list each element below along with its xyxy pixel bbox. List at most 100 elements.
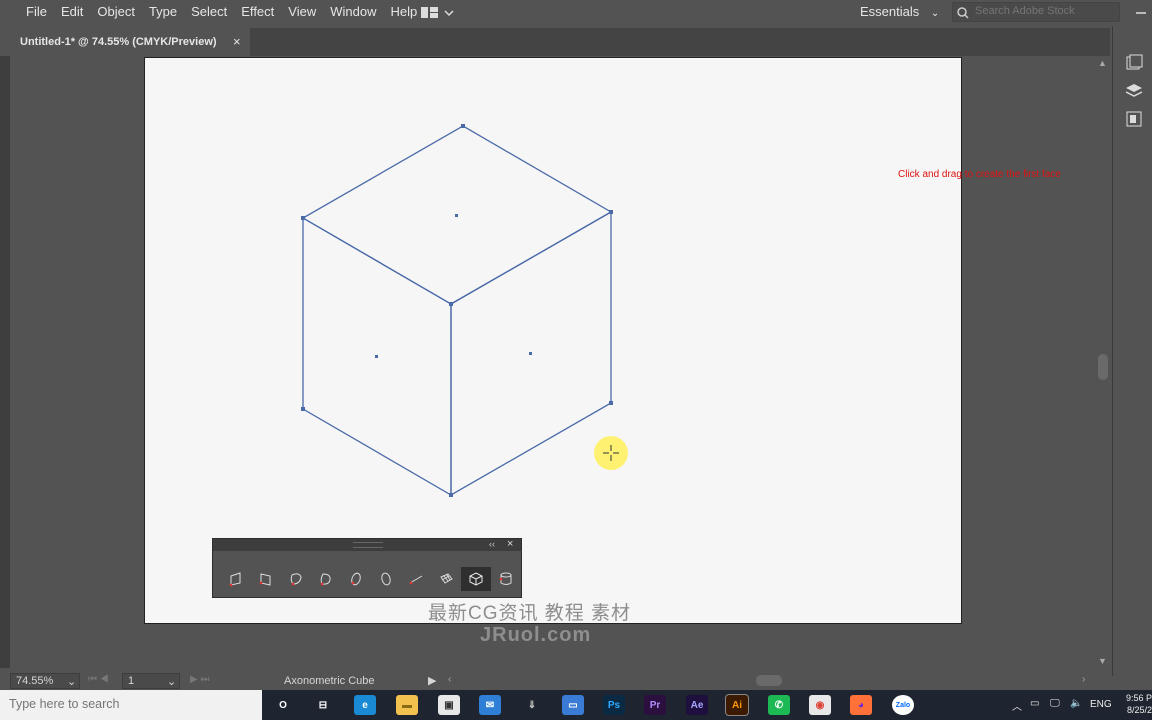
face-tool-2-icon[interactable]	[251, 567, 281, 591]
menu-effect[interactable]: Effect	[241, 4, 274, 19]
zalo-icon[interactable]: Zalo	[892, 695, 914, 715]
status-menu-arrow-icon[interactable]: ▶	[428, 674, 436, 687]
task-view-icon[interactable]: ⊟	[312, 695, 334, 715]
menu-file[interactable]: File	[26, 4, 47, 19]
scroll-left-icon[interactable]: ‹	[448, 674, 451, 685]
zoom-select[interactable]: 74.55% ⌄	[10, 673, 80, 689]
panel-title-bar[interactable]: ‹‹ ×	[213, 538, 521, 551]
axonometric-cube-icon[interactable]	[461, 567, 491, 591]
file-explorer-icon[interactable]: ▬	[396, 695, 418, 715]
horizontal-scrollbar[interactable]: ‹ ›	[446, 674, 1092, 688]
anchor-point[interactable]	[609, 401, 613, 405]
cube-tool-row	[221, 567, 521, 591]
close-icon[interactable]: ×	[507, 538, 513, 550]
circle-tool-2-icon[interactable]	[371, 567, 401, 591]
photoshop-icon[interactable]: Ps	[603, 695, 625, 715]
panel-dock	[1112, 26, 1152, 676]
menu-type[interactable]: Type	[149, 4, 177, 19]
workspace-label: Essentials	[860, 4, 920, 19]
stock-search-box[interactable]	[952, 2, 1120, 22]
vertical-scrollbar[interactable]: ▲ ▼	[1096, 56, 1110, 670]
center-point	[455, 214, 458, 217]
photos-icon[interactable]: ▭	[562, 695, 584, 715]
clock-time: 9:56 P	[1125, 693, 1152, 703]
anchor-point[interactable]	[449, 302, 453, 306]
minimize-icon[interactable]	[1130, 4, 1152, 22]
layers-icon[interactable]	[1123, 80, 1145, 102]
face-tool-4-icon[interactable]	[311, 567, 341, 591]
menu-object[interactable]: Object	[97, 4, 135, 19]
menu-edit[interactable]: Edit	[61, 4, 83, 19]
face-tool-1-icon[interactable]	[221, 567, 251, 591]
axonometric-cube[interactable]	[301, 125, 613, 497]
circle-tool-1-icon[interactable]	[341, 567, 371, 591]
main-menu: File Edit Object Type Select Effect View…	[0, 4, 431, 19]
close-icon[interactable]: ×	[233, 34, 241, 49]
cylinder-tool-icon[interactable]	[491, 567, 521, 591]
after-effects-icon[interactable]: Ae	[686, 695, 708, 715]
current-tool-name: Axonometric Cube	[284, 675, 375, 687]
zoom-value: 74.55%	[16, 675, 54, 687]
hint-text: Click and drag to create the first face	[898, 169, 1061, 180]
artboard-number-select[interactable]: 1 ⌄	[122, 673, 180, 689]
clock[interactable]: 9:56 P 8/25/2	[1120, 692, 1152, 716]
line-tool-icon[interactable]	[401, 567, 431, 591]
illustrator-icon[interactable]: Ai	[725, 694, 749, 716]
scroll-up-icon[interactable]: ▲	[1098, 58, 1107, 68]
scroll-down-icon[interactable]: ▼	[1098, 656, 1107, 666]
anchor-point[interactable]	[461, 124, 465, 128]
windows-taskbar: O ⊟ e ▬ ▣ ✉ ▭ ⇓ Ps Pr Ae Ai ✆ ◉ ◕ Zalo ︿ ▭ 🖵 🔈 ENG 9:56…	[0, 690, 1152, 720]
cortana-icon[interactable]: O	[272, 695, 294, 715]
document-tab[interactable]: Untitled-1* @ 74.55% (CMYK/Preview) ×	[10, 28, 250, 56]
edge-icon[interactable]: e	[354, 695, 376, 715]
phone-app-icon[interactable]: ✆	[768, 695, 790, 715]
scroll-thumb[interactable]	[756, 675, 782, 686]
libraries-icon[interactable]	[1123, 52, 1145, 74]
premiere-icon[interactable]: Pr	[644, 695, 666, 715]
menu-select[interactable]: Select	[191, 4, 227, 19]
artboards-icon[interactable]	[1123, 108, 1145, 130]
toolbar-strip	[0, 56, 10, 668]
mail-icon[interactable]: ✉	[479, 695, 501, 715]
menu-view[interactable]: View	[288, 4, 316, 19]
search-input[interactable]	[975, 5, 1115, 17]
volume-icon[interactable]: 🔈	[1070, 698, 1082, 709]
axonometric-tools-panel: ‹‹ ×	[212, 538, 522, 598]
network-icon[interactable]: ▭	[1030, 698, 1039, 709]
firefox-icon[interactable]: ◕	[850, 695, 872, 715]
document-tab-title: Untitled-1* @ 74.55% (CMYK/Preview)	[20, 36, 217, 48]
download-icon[interactable]: ⇓	[521, 695, 543, 715]
store-icon[interactable]: ▣	[438, 695, 460, 715]
chevron-down-icon: ⌄	[67, 676, 77, 688]
display-icon[interactable]: 🖵	[1050, 698, 1060, 709]
collapse-icon[interactable]: ‹‹	[489, 539, 495, 549]
center-point	[375, 355, 378, 358]
document-tab-bar: Untitled-1* @ 74.55% (CMYK/Preview) ×	[10, 28, 1110, 56]
center-point	[529, 352, 532, 355]
status-bar: 74.55% ⌄ ⏮ ◀ 1 ⌄ ▶ ⏭ Axonometric Cube ▶ …	[0, 672, 1112, 690]
watermark-url: JRuol.com	[480, 624, 592, 646]
search-icon	[956, 6, 972, 23]
menu-window[interactable]: Window	[330, 4, 376, 19]
next-last-artboard-icons[interactable]: ▶ ⏭	[190, 674, 209, 685]
taskbar-search[interactable]	[0, 690, 262, 720]
anchor-point[interactable]	[449, 493, 453, 497]
menu-help[interactable]: Help	[390, 4, 417, 19]
language-indicator[interactable]: ENG	[1090, 699, 1112, 710]
chevron-down-icon: ⌄	[930, 8, 940, 19]
arrange-documents-icon[interactable]	[420, 4, 456, 22]
panel-grip[interactable]	[353, 542, 383, 548]
anchor-point[interactable]	[301, 407, 305, 411]
taskbar-search-input[interactable]	[9, 697, 249, 711]
grid-tool-icon[interactable]	[431, 567, 461, 591]
chrome-icon[interactable]: ◉	[809, 695, 831, 715]
canvas-area[interactable]: Click and drag to create the first face …	[10, 56, 1096, 670]
workspace-switcher[interactable]: Essentials ⌄	[860, 4, 939, 19]
scroll-right-icon[interactable]: ›	[1082, 674, 1085, 685]
face-tool-3-icon[interactable]	[281, 567, 311, 591]
tray-expand-icon[interactable]: ︿	[1012, 698, 1022, 713]
anchor-point[interactable]	[609, 210, 613, 214]
first-prev-artboard-icons[interactable]: ⏮ ◀	[88, 674, 109, 685]
anchor-point[interactable]	[301, 216, 305, 220]
scroll-thumb[interactable]	[1098, 354, 1108, 380]
